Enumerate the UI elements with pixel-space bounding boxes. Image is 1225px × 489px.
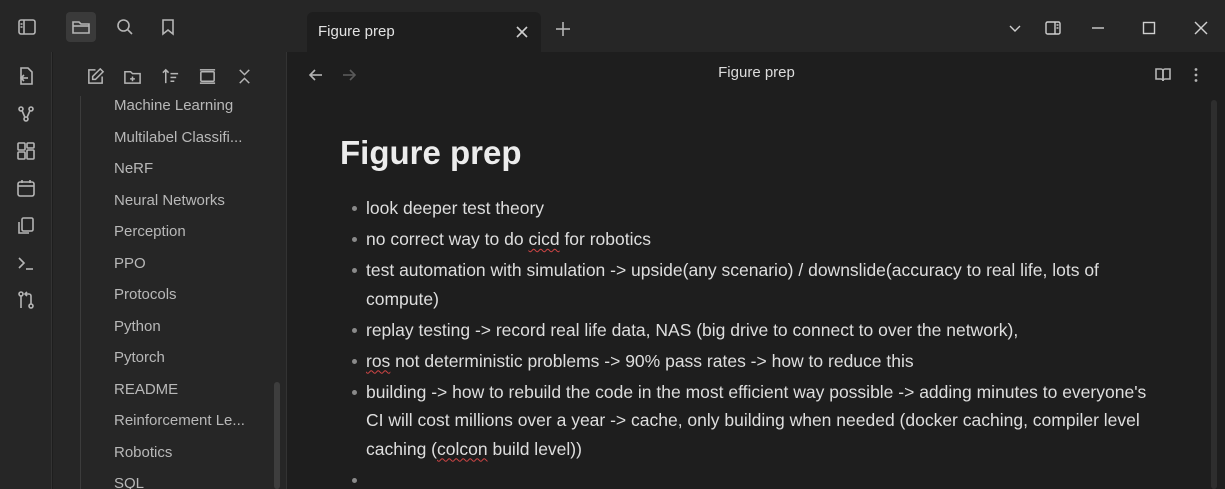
bullet-dot: [352, 237, 357, 242]
file-item[interactable]: Protocols: [114, 281, 284, 313]
collapse-view-icon[interactable]: [195, 64, 219, 88]
maximize-icon[interactable]: [1135, 14, 1163, 42]
file-item[interactable]: Neural Networks: [114, 187, 284, 219]
note-bullet[interactable]: no correct way to do cicd for robotics: [352, 225, 1152, 254]
bullet-dot: [352, 327, 357, 333]
canvas-icon[interactable]: [14, 139, 38, 163]
bullet-text: replay testing -> record real life data,…: [366, 319, 1019, 340]
close-tab-icon[interactable]: [512, 22, 532, 42]
new-folder-icon[interactable]: [120, 64, 144, 88]
file-item[interactable]: Robotics: [114, 439, 284, 471]
bookmark-icon[interactable]: [153, 12, 183, 42]
tree-guide-line: [80, 96, 81, 489]
misspelled-word: cicd: [528, 229, 560, 249]
title-bar: Figure prep: [0, 0, 1225, 52]
file-explorer: Machine Learning Multilabel Classifi... …: [53, 52, 287, 489]
note-bullet[interactable]: building -> how to rebuild the code in t…: [352, 378, 1152, 464]
misspelled-word: colcon: [437, 438, 488, 459]
folder-icon[interactable]: [66, 12, 96, 42]
editor-pane: Figure prep Figure prep look deeper test…: [288, 52, 1225, 489]
view-header-title[interactable]: Figure prep: [288, 64, 1225, 81]
bullet-dot: [352, 206, 357, 211]
sidebar-scrollbar[interactable]: [274, 382, 280, 489]
note-bullet[interactable]: replay testing -> record real life data,…: [352, 316, 1152, 345]
new-note-icon[interactable]: [83, 64, 107, 88]
more-options-icon[interactable]: [1185, 64, 1207, 86]
right-sidebar-toggle-icon[interactable]: [1039, 14, 1067, 42]
file-item[interactable]: Pytorch: [114, 344, 284, 376]
file-item[interactable]: Multilabel Classifi...: [114, 124, 284, 156]
app-window: Figure prep Machine Learning Multilabel …: [0, 0, 1225, 489]
bullet-text: no correct way to do: [366, 229, 529, 249]
sidebar-toggle-icon[interactable]: [12, 12, 42, 42]
misspelled-word: ros: [366, 350, 391, 371]
bullet-text: for robotics: [559, 229, 652, 249]
note-bullet[interactable]: look deeper test theory: [352, 194, 1152, 223]
bullet-text: look deeper test theory: [366, 198, 545, 218]
graph-view-icon[interactable]: [14, 102, 38, 126]
reading-view-icon[interactable]: [1152, 64, 1174, 86]
editor-scrollbar[interactable]: [1211, 100, 1217, 489]
file-item[interactable]: Reinforcement Le...: [114, 407, 284, 439]
file-item[interactable]: Perception: [114, 218, 284, 250]
close-icon[interactable]: [1187, 14, 1215, 42]
bullet-dot: [352, 358, 357, 364]
bullet-dot: [352, 477, 357, 483]
file-item[interactable]: PPO: [114, 250, 284, 282]
note-title[interactable]: Figure prep: [340, 134, 522, 172]
bullet-text: build level)): [487, 438, 582, 459]
sort-icon[interactable]: [158, 64, 182, 88]
bullet-dot: [352, 389, 357, 395]
bullet-text: not deterministic problems -> 90% pass r…: [390, 350, 914, 371]
minimize-icon[interactable]: [1084, 14, 1112, 42]
file-item[interactable]: NeRF: [114, 155, 284, 187]
daily-note-icon[interactable]: [14, 176, 38, 200]
search-icon[interactable]: [110, 12, 140, 42]
note-bullet-list[interactable]: look deeper test theory no correct way to…: [352, 194, 1152, 489]
file-item[interactable]: Python: [114, 313, 284, 345]
tab-figure-prep[interactable]: Figure prep: [307, 12, 541, 52]
file-item[interactable]: README: [114, 376, 284, 408]
bullet-dot: [352, 268, 357, 273]
note-bullet[interactable]: ros not deterministic problems -> 90% pa…: [352, 347, 1152, 376]
note-bullet[interactable]: [352, 466, 1152, 489]
chevron-down-icon[interactable]: [1001, 14, 1029, 42]
file-item[interactable]: Machine Learning: [114, 92, 284, 124]
ribbon: [0, 52, 52, 489]
git-icon[interactable]: [14, 288, 38, 312]
file-tree: Machine Learning Multilabel Classifi... …: [114, 92, 284, 489]
templates-icon[interactable]: [14, 214, 38, 238]
note-bullet[interactable]: test automation with simulation -> upsid…: [352, 256, 1152, 313]
new-tab-icon[interactable]: [552, 18, 574, 40]
collapse-all-icon[interactable]: [232, 64, 256, 88]
quick-switcher-icon[interactable]: [14, 64, 38, 88]
tab-title: Figure prep: [318, 23, 395, 40]
command-palette-icon[interactable]: [14, 251, 38, 275]
file-item[interactable]: SQL: [114, 470, 284, 489]
bullet-text: test automation with simulation -> upsid…: [366, 260, 1099, 309]
